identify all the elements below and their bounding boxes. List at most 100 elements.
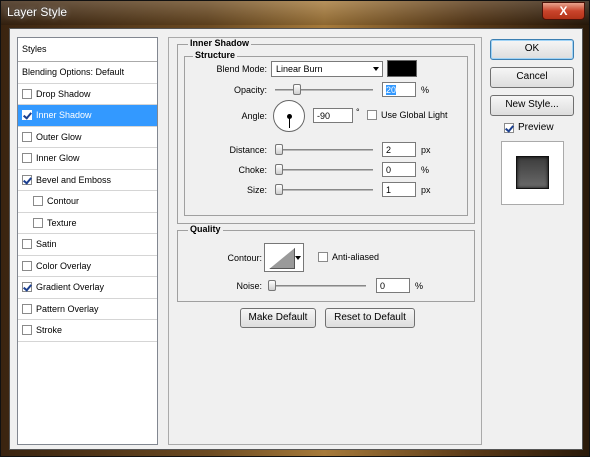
- use-global-light-label: Use Global Light: [381, 110, 448, 120]
- cancel-button[interactable]: Cancel: [490, 67, 574, 88]
- distance-label: Distance:: [229, 145, 267, 155]
- structure-group: Structure Blend Mode: Linear Burn Opacit…: [184, 50, 468, 216]
- close-button[interactable]: X: [542, 2, 585, 20]
- contour-curve-icon: [268, 247, 296, 270]
- anti-aliased-checkbox[interactable]: Anti-aliased: [318, 252, 379, 262]
- inner-shadow-title: Inner Shadow: [188, 38, 252, 48]
- reset-to-default-button[interactable]: Reset to Default: [325, 308, 415, 328]
- distance-slider-thumb[interactable]: [275, 144, 283, 155]
- style-item-inner-shadow[interactable]: Inner Shadow: [18, 105, 157, 127]
- anti-aliased-label: Anti-aliased: [332, 252, 380, 262]
- blend-mode-dropdown[interactable]: Linear Burn: [271, 61, 383, 77]
- choke-input[interactable]: 0: [382, 162, 416, 177]
- style-item-label: Gradient Overlay: [36, 282, 105, 293]
- contour-label: Contour:: [227, 253, 262, 263]
- angle-dial[interactable]: [273, 100, 305, 132]
- style-item-pattern-overlay[interactable]: Pattern Overlay: [18, 299, 157, 320]
- style-item-checkbox[interactable]: [33, 217, 43, 228]
- new-style-button[interactable]: New Style...: [490, 95, 574, 116]
- style-item-bevel-and-emboss[interactable]: Bevel and Emboss: [18, 170, 157, 191]
- style-item-label: Drop Shadow: [36, 88, 91, 99]
- ok-button[interactable]: OK: [490, 39, 574, 60]
- noise-slider-thumb[interactable]: [268, 280, 276, 291]
- quality-title: Quality: [188, 224, 223, 234]
- use-global-light-box[interactable]: [367, 110, 377, 120]
- style-preview: [501, 141, 564, 205]
- style-item-stroke[interactable]: Stroke: [18, 320, 157, 342]
- style-item-label: Inner Shadow: [36, 110, 92, 121]
- style-item-drop-shadow[interactable]: Drop Shadow: [18, 84, 157, 105]
- angle-input[interactable]: -90: [313, 108, 353, 123]
- quality-group: Quality Contour: Anti-aliased Noise: 0 %: [177, 224, 475, 302]
- size-slider[interactable]: [275, 184, 373, 195]
- style-item-inner-glow[interactable]: Inner Glow: [18, 148, 157, 170]
- choke-unit: %: [421, 165, 430, 175]
- styles-list: Styles Blending Options: Default Drop Sha…: [17, 37, 158, 445]
- style-item-checkbox[interactable]: [22, 153, 32, 164]
- size-label: Size:: [246, 185, 267, 195]
- style-item-checkbox[interactable]: [22, 88, 32, 99]
- style-item-texture[interactable]: Texture: [18, 213, 157, 234]
- angle-unit: °: [356, 107, 360, 117]
- style-item-checkbox[interactable]: [22, 131, 32, 142]
- preview-label: Preview: [518, 122, 554, 133]
- style-item-label: Stroke: [36, 325, 63, 336]
- opacity-slider[interactable]: [275, 84, 373, 95]
- style-item-satin[interactable]: Satin: [18, 234, 157, 256]
- style-preview-swatch: [516, 156, 549, 189]
- angle-value: -90: [317, 111, 331, 121]
- noise-value: 0: [380, 281, 386, 291]
- opacity-slider-thumb[interactable]: [293, 84, 301, 95]
- style-item-color-overlay[interactable]: Color Overlay: [18, 256, 157, 277]
- opacity-input[interactable]: 20: [382, 82, 416, 97]
- shadow-color-swatch[interactable]: [387, 60, 417, 77]
- opacity-unit: %: [421, 85, 430, 95]
- style-item-outer-glow[interactable]: Outer Glow: [18, 127, 157, 148]
- window-title: Layer Style: [7, 5, 68, 19]
- choke-slider-thumb[interactable]: [275, 164, 283, 175]
- style-item-gradient-overlay[interactable]: Gradient Overlay: [18, 277, 157, 299]
- style-item-contour[interactable]: Contour: [18, 191, 157, 213]
- anti-aliased-box[interactable]: [318, 252, 328, 262]
- size-slider-thumb[interactable]: [275, 184, 283, 195]
- size-input[interactable]: 1: [382, 182, 416, 197]
- style-item-label: Blending Options: Default: [22, 67, 125, 78]
- chevron-down-icon: [295, 256, 301, 260]
- size-unit: px: [421, 185, 431, 195]
- dialog-client-area: Styles Blending Options: Default Drop Sha…: [9, 28, 583, 450]
- size-value: 1: [386, 185, 392, 195]
- opacity-value: 20: [386, 85, 397, 95]
- style-item-label: Pattern Overlay: [36, 303, 99, 314]
- chevron-down-icon: [373, 67, 379, 71]
- inner-shadow-group: Inner Shadow Structure Blend Mode: Linea…: [177, 38, 475, 224]
- style-item-label: Bevel and Emboss: [36, 174, 112, 185]
- contour-picker[interactable]: [264, 243, 304, 272]
- distance-slider[interactable]: [275, 144, 373, 155]
- title-bar[interactable]: Layer Style X: [1, 1, 589, 25]
- style-item-checkbox[interactable]: [22, 260, 32, 271]
- distance-value: 2: [386, 145, 392, 155]
- distance-input[interactable]: 2: [382, 142, 416, 157]
- style-item-checkbox[interactable]: [22, 174, 32, 185]
- choke-value: 0: [386, 165, 392, 175]
- choke-slider[interactable]: [275, 164, 373, 175]
- noise-slider[interactable]: [268, 280, 366, 291]
- make-default-button[interactable]: Make Default: [240, 308, 316, 328]
- use-global-light-checkbox[interactable]: Use Global Light: [367, 110, 448, 120]
- noise-input[interactable]: 0: [376, 278, 410, 293]
- inner-shadow-panel: Inner Shadow Structure Blend Mode: Linea…: [168, 37, 482, 445]
- style-item-checkbox[interactable]: [22, 239, 32, 250]
- style-item-checkbox[interactable]: [22, 110, 32, 121]
- preview-checkbox[interactable]: Preview: [504, 122, 554, 133]
- noise-label: Noise:: [236, 281, 262, 291]
- style-item-label: Texture: [47, 217, 77, 228]
- styles-list-header[interactable]: Styles: [18, 38, 157, 62]
- style-item-blending-options-default[interactable]: Blending Options: Default: [18, 62, 157, 84]
- style-item-checkbox[interactable]: [22, 282, 32, 293]
- style-item-checkbox[interactable]: [22, 303, 32, 314]
- style-item-checkbox[interactable]: [33, 196, 43, 207]
- preview-box[interactable]: [504, 122, 514, 133]
- choke-label: Choke:: [238, 165, 267, 175]
- style-item-label: Inner Glow: [36, 153, 80, 164]
- style-item-checkbox[interactable]: [22, 325, 32, 336]
